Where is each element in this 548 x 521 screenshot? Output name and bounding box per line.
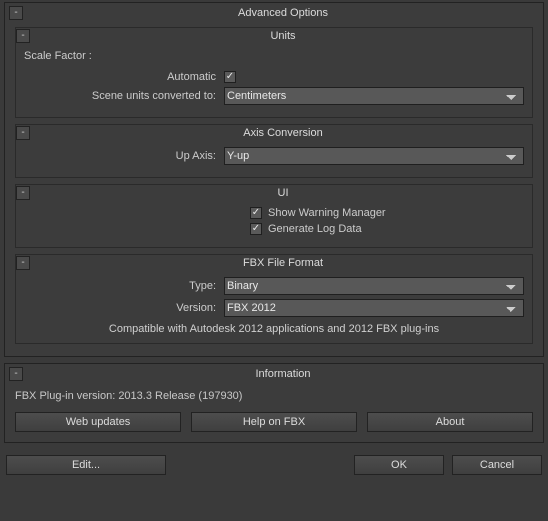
information-title: Information (27, 368, 539, 380)
ui-group: - UI Show Warning Manager Generate Log D… (15, 184, 533, 248)
automatic-label: Automatic (24, 71, 224, 83)
advanced-options-collapse[interactable]: - (9, 6, 23, 20)
fbx-group: - FBX File Format Type: Binary Version: … (15, 254, 533, 344)
units-title: Units (34, 30, 532, 42)
fbx-collapse[interactable]: - (16, 256, 30, 270)
help-on-fbx-button[interactable]: Help on FBX (191, 412, 357, 432)
axis-title: Axis Conversion (34, 127, 532, 139)
information-panel: - Information FBX Plug-in version: 2013.… (4, 363, 544, 443)
scale-factor-label: Scale Factor : (24, 50, 524, 62)
automatic-checkbox[interactable] (224, 71, 236, 83)
scene-units-label: Scene units converted to: (24, 90, 224, 102)
units-collapse[interactable]: - (16, 29, 30, 43)
ui-collapse[interactable]: - (16, 186, 30, 200)
scene-units-select[interactable]: Centimeters (224, 87, 524, 105)
dialog-button-bar: Edit... OK Cancel (0, 447, 548, 481)
up-axis-label: Up Axis: (24, 150, 224, 162)
type-label: Type: (24, 280, 224, 292)
compat-text: Compatible with Autodesk 2012 applicatio… (24, 323, 524, 335)
information-collapse[interactable]: - (9, 367, 23, 381)
type-select[interactable]: Binary (224, 277, 524, 295)
generate-log-checkbox[interactable] (250, 223, 262, 235)
generate-log-label: Generate Log Data (268, 223, 362, 235)
about-button[interactable]: About (367, 412, 533, 432)
advanced-options-panel: - Advanced Options - Units Scale Factor … (4, 2, 544, 357)
fbx-title: FBX File Format (34, 257, 532, 269)
cancel-button[interactable]: Cancel (452, 455, 542, 475)
spacer (174, 455, 346, 475)
show-warning-checkbox[interactable] (250, 207, 262, 219)
show-warning-label: Show Warning Manager (268, 207, 386, 219)
axis-group: - Axis Conversion Up Axis: Y-up (15, 124, 533, 178)
plugin-version-text: FBX Plug-in version: 2013.3 Release (197… (15, 390, 537, 402)
edit-button[interactable]: Edit... (6, 455, 166, 475)
ui-title: UI (34, 187, 532, 199)
advanced-options-title: Advanced Options (27, 7, 539, 19)
ok-button[interactable]: OK (354, 455, 444, 475)
version-select[interactable]: FBX 2012 (224, 299, 524, 317)
units-group: - Units Scale Factor : Automatic Scene u… (15, 27, 533, 118)
axis-collapse[interactable]: - (16, 126, 30, 140)
up-axis-select[interactable]: Y-up (224, 147, 524, 165)
web-updates-button[interactable]: Web updates (15, 412, 181, 432)
version-label: Version: (24, 302, 224, 314)
